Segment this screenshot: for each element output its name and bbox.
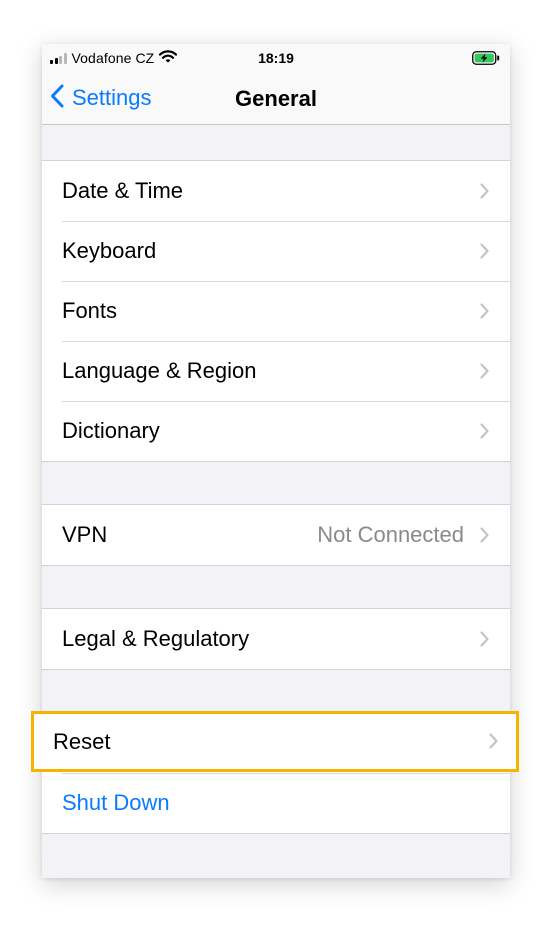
settings-group-2: VPN Not Connected	[42, 504, 510, 566]
battery-charging-icon	[472, 51, 500, 68]
row-label: Dictionary	[62, 418, 160, 443]
row-reset-highlighted[interactable]: Reset	[31, 711, 519, 772]
navigation-bar: Settings General	[42, 74, 510, 125]
row-language-region[interactable]: Language & Region	[42, 341, 510, 401]
row-label: VPN	[62, 522, 108, 547]
chevron-right-icon	[480, 303, 489, 324]
shut-down-button[interactable]: Shut Down	[62, 790, 170, 816]
chevron-right-icon	[480, 631, 489, 652]
chevron-right-icon	[480, 183, 489, 204]
chevron-right-icon	[489, 733, 498, 754]
row-vpn[interactable]: VPN Not Connected	[42, 505, 510, 565]
row-label: Language & Region	[62, 358, 257, 383]
row-label: Legal & Regulatory	[62, 626, 250, 651]
settings-group-1: Date & Time Keyboard Fonts Language & Re…	[42, 160, 510, 462]
row-dictionary[interactable]: Dictionary	[42, 401, 510, 461]
row-keyboard[interactable]: Keyboard	[42, 221, 510, 281]
row-label: Reset	[53, 729, 111, 754]
status-time: 18:19	[258, 50, 294, 66]
row-shut-down[interactable]: Shut Down	[42, 773, 510, 833]
settings-group-3: Legal & Regulatory	[42, 608, 510, 670]
row-label: Date & Time	[62, 178, 184, 203]
row-date-time[interactable]: Date & Time	[42, 161, 510, 221]
chevron-right-icon	[480, 243, 489, 264]
status-bar: Vodafone CZ 18:19	[42, 44, 510, 74]
chevron-right-icon	[480, 527, 489, 548]
vpn-status-value: Not Connected	[317, 522, 464, 547]
row-label: Keyboard	[62, 238, 157, 263]
row-fonts[interactable]: Fonts	[42, 281, 510, 341]
row-label: Fonts	[62, 298, 118, 323]
chevron-right-icon	[480, 423, 489, 444]
page-title: General	[235, 86, 317, 111]
row-legal-regulatory[interactable]: Legal & Regulatory	[42, 609, 510, 669]
chevron-right-icon	[480, 363, 489, 384]
